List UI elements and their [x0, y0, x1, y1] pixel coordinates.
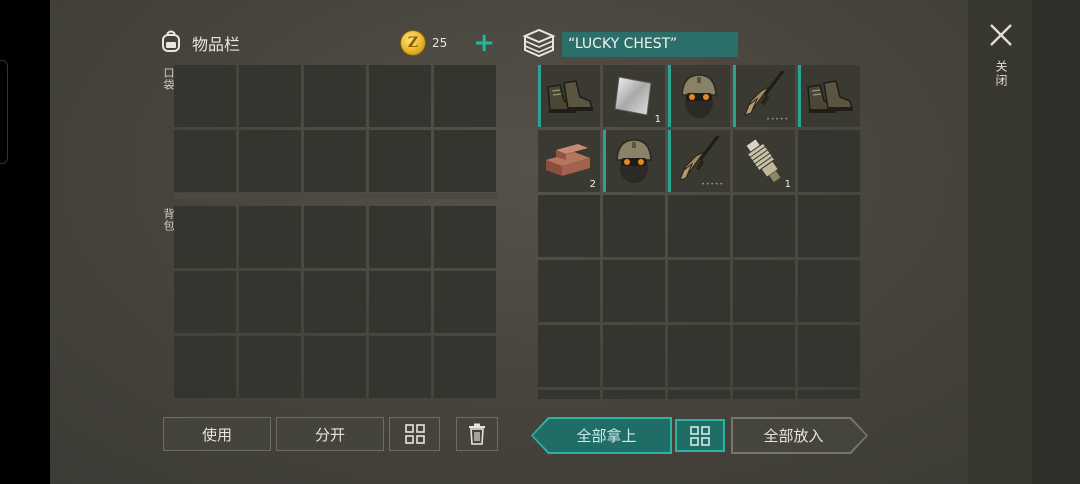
notch	[0, 60, 8, 164]
backpack-slot[interactable]	[369, 336, 431, 398]
chest-slot[interactable]	[798, 130, 860, 192]
pocket-slot[interactable]	[369, 65, 431, 127]
chest-grid: 1 ••••• 2 ••••• 1	[538, 65, 860, 399]
backpack-slot[interactable]	[239, 336, 301, 398]
close-label[interactable]: 关闭	[993, 60, 1010, 88]
chest-slot[interactable]	[603, 260, 665, 322]
chest-scroll-area[interactable]: 1 ••••• 2 ••••• 1	[538, 65, 862, 399]
coin-count: 25	[432, 36, 448, 50]
backpack-slot[interactable]	[174, 336, 236, 398]
backpack-slot[interactable]	[434, 336, 496, 398]
backpack-slot[interactable]	[369, 271, 431, 333]
pocket-slot[interactable]	[434, 130, 496, 192]
chest-slot[interactable]	[668, 195, 730, 257]
section-divider	[174, 193, 498, 199]
sort-inventory-button[interactable]	[389, 417, 440, 451]
chest-icon	[522, 27, 556, 61]
pocket-slot[interactable]	[174, 65, 236, 127]
pocket-slot[interactable]	[239, 65, 301, 127]
backpack-slot[interactable]	[174, 206, 236, 268]
chest-slot[interactable]	[538, 65, 600, 127]
trash-button[interactable]	[456, 417, 498, 451]
pocket-slot[interactable]	[239, 130, 301, 192]
chest-slot[interactable]	[538, 260, 600, 322]
backpack-grid	[174, 206, 496, 398]
put-all-button[interactable]: 全部放入	[733, 419, 866, 452]
chest-slot[interactable]: 1	[603, 65, 665, 127]
chest-slot[interactable]	[733, 390, 795, 399]
pocket-slot[interactable]	[434, 65, 496, 127]
pocket-slot[interactable]	[174, 130, 236, 192]
use-button[interactable]: 使用	[163, 417, 271, 451]
chest-slot[interactable]	[538, 390, 600, 399]
item-quantity: 2	[589, 179, 596, 190]
pocket-slot[interactable]	[369, 130, 431, 192]
chest-slot[interactable]	[603, 390, 665, 399]
split-button[interactable]: 分开	[276, 417, 384, 451]
trash-icon	[469, 423, 485, 445]
backpack-slot[interactable]	[239, 206, 301, 268]
chest-slot[interactable]	[668, 390, 730, 399]
pocket-slot[interactable]	[304, 130, 366, 192]
grid-sort-icon	[404, 424, 425, 444]
backpack-icon	[158, 28, 184, 58]
take-all-button[interactable]: 全部拿上	[533, 419, 670, 452]
chest-header: “LUCKY CHEST”	[522, 27, 738, 61]
chest-slot[interactable]	[733, 260, 795, 322]
item-quantity: 1	[784, 179, 791, 190]
chest-slot[interactable]	[603, 325, 665, 387]
chest-slot[interactable]	[538, 325, 600, 387]
backpack-slot[interactable]	[434, 206, 496, 268]
chest-name: “LUCKY CHEST”	[562, 31, 738, 57]
chest-slot[interactable]	[733, 325, 795, 387]
chest-slot[interactable]	[603, 195, 665, 257]
chest-slot[interactable]	[668, 65, 730, 127]
chest-slot[interactable]: 2	[538, 130, 600, 192]
right-panel-shade	[1032, 0, 1080, 484]
sort-chest-button[interactable]	[675, 419, 725, 452]
backpack-slot[interactable]	[174, 271, 236, 333]
chest-slot[interactable]	[603, 130, 665, 192]
close-button[interactable]	[988, 22, 1014, 48]
backpack-slot[interactable]	[304, 336, 366, 398]
chest-slot[interactable]: •••••	[733, 65, 795, 127]
backpack-slot[interactable]	[239, 271, 301, 333]
chest-slot[interactable]	[798, 195, 860, 257]
item-condition-dots: •••••	[766, 116, 789, 123]
backpack-slot[interactable]	[304, 206, 366, 268]
coin-counter: Z 25 +	[400, 30, 495, 56]
backpack-slot[interactable]	[434, 271, 496, 333]
close-icon	[990, 24, 1012, 46]
backpack-slot[interactable]	[304, 271, 366, 333]
pocket-grid	[174, 65, 496, 192]
chest-slot[interactable]: •••••	[668, 130, 730, 192]
chest-slot[interactable]	[538, 195, 600, 257]
chest-slot[interactable]	[668, 325, 730, 387]
backpack-slot[interactable]	[369, 206, 431, 268]
chest-slot[interactable]	[733, 195, 795, 257]
chest-slot[interactable]	[798, 65, 860, 127]
grid-sort-icon	[690, 425, 710, 446]
inventory-title: 物品栏	[192, 35, 241, 54]
add-coins-button[interactable]: +	[473, 30, 495, 56]
inventory-header: 物品栏	[158, 28, 240, 58]
chest-slot[interactable]	[798, 260, 860, 322]
chest-slot[interactable]	[798, 390, 860, 399]
chest-slot[interactable]: 1	[733, 130, 795, 192]
chest-slot[interactable]	[668, 260, 730, 322]
item-condition-dots: •••••	[701, 181, 724, 188]
pocket-slot[interactable]	[304, 65, 366, 127]
chest-slot[interactable]	[798, 325, 860, 387]
coin-icon: Z	[400, 30, 426, 56]
item-quantity: 1	[654, 114, 661, 125]
